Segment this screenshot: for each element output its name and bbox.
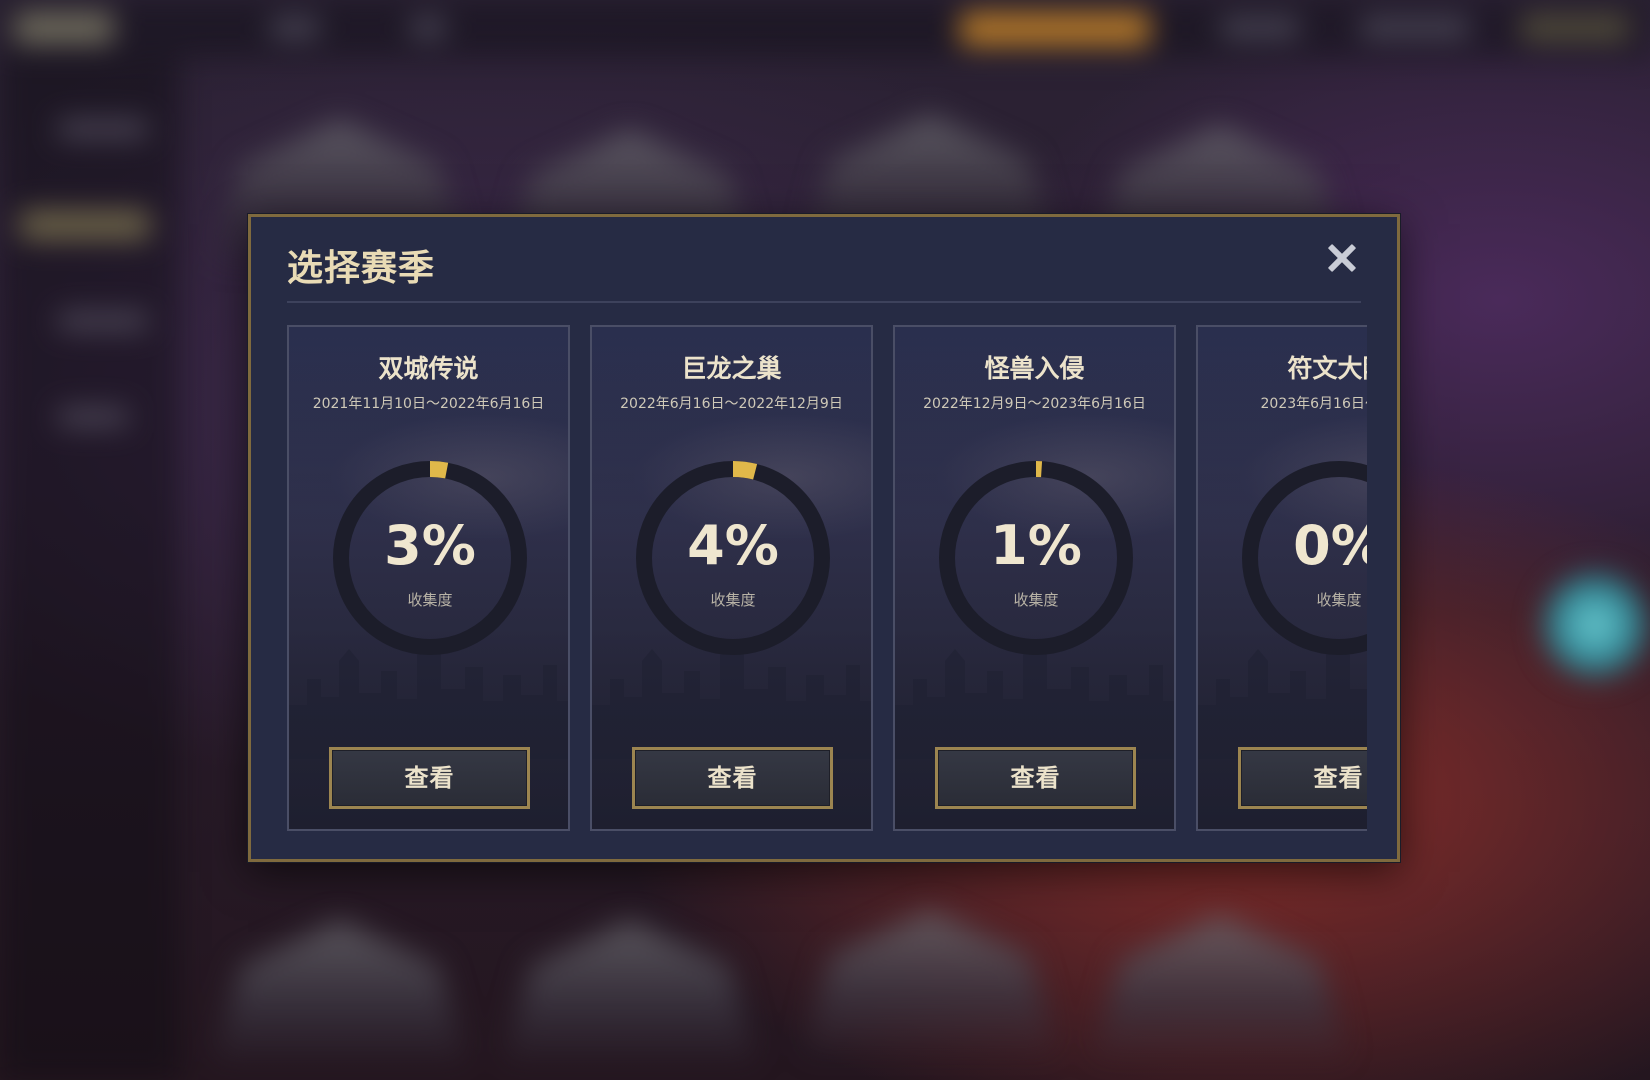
view-button[interactable]: 查看: [1238, 747, 1367, 809]
sidebar-item-active: [20, 210, 150, 240]
collection-progress-ring: 4% 收集度: [632, 457, 834, 659]
collection-percent: 4%: [687, 514, 779, 577]
nav-item: [410, 18, 446, 38]
bg-card: [210, 920, 470, 1070]
close-icon[interactable]: [1325, 241, 1359, 275]
season-name: 巨龙之巢: [681, 354, 782, 383]
collection-label: 收集度: [710, 591, 756, 609]
collection-label: 收集度: [1316, 591, 1362, 609]
orb-decoration: [1540, 570, 1650, 680]
collection-progress-ring: 1% 收集度: [935, 457, 1137, 659]
season-cards-row: 双城传说 2021年11月10日～2022年6月16日 3% 收集度 查看 巨龙…: [287, 325, 1367, 831]
nav-item: [270, 18, 320, 38]
season-dates: 2022年6月16日～2022年12月9日: [620, 396, 843, 412]
view-button[interactable]: 查看: [935, 747, 1136, 809]
sidebar: [0, 58, 180, 1080]
season-list[interactable]: 双城传说 2021年11月10日～2022年6月16日 3% 收集度 查看 巨龙…: [287, 325, 1367, 833]
season-dates: 2023年6月16日～2023: [1260, 396, 1368, 412]
collection-percent: 3%: [384, 514, 476, 577]
bg-card: [500, 920, 760, 1070]
collection-percent: 1%: [990, 514, 1082, 577]
season-dates: 2022年12月9日～2023年6月16日: [923, 396, 1146, 412]
season-name: 双城传说: [378, 354, 479, 383]
dialog-header: 选择赛季: [287, 217, 1361, 303]
season-card: 双城传说 2021年11月10日～2022年6月16日 3% 收集度 查看: [287, 325, 570, 831]
collection-progress-ring: 3% 收集度: [329, 457, 531, 659]
top-bar: [0, 0, 1650, 58]
season-select-dialog: 选择赛季 双城传说 2021年11月10日～2022年6月16日 3% 收集度 …: [248, 214, 1400, 862]
season-dates: 2021年11月10日～2022年6月16日: [312, 396, 545, 412]
logo: [14, 12, 114, 44]
currency: [1520, 14, 1630, 42]
play-button-bg: [960, 12, 1150, 46]
nav-item: [1360, 18, 1470, 38]
sidebar-item: [58, 408, 128, 426]
collection-label: 收集度: [1013, 591, 1059, 609]
sidebar-item: [58, 312, 148, 330]
bg-card: [800, 910, 1060, 1060]
season-card: 巨龙之巢 2022年6月16日～2022年12月9日 4% 收集度 查看: [590, 325, 873, 831]
nav-item: [1220, 18, 1300, 38]
collection-percent: 0%: [1293, 514, 1367, 577]
season-name: 怪兽入侵: [984, 354, 1085, 383]
collection-progress-ring: 0% 收集度: [1238, 457, 1367, 659]
sidebar-item: [58, 120, 148, 138]
collection-label: 收集度: [407, 591, 453, 609]
bg-card: [1090, 915, 1350, 1065]
season-name: 符文大陆: [1287, 354, 1367, 383]
view-button[interactable]: 查看: [329, 747, 530, 809]
season-card: 怪兽入侵 2022年12月9日～2023年6月16日 1% 收集度 查看: [893, 325, 1176, 831]
dialog-title: 选择赛季: [287, 248, 436, 289]
view-button[interactable]: 查看: [632, 747, 833, 809]
season-card: 符文大陆 2023年6月16日～2023 0% 收集度 查看: [1196, 325, 1367, 831]
